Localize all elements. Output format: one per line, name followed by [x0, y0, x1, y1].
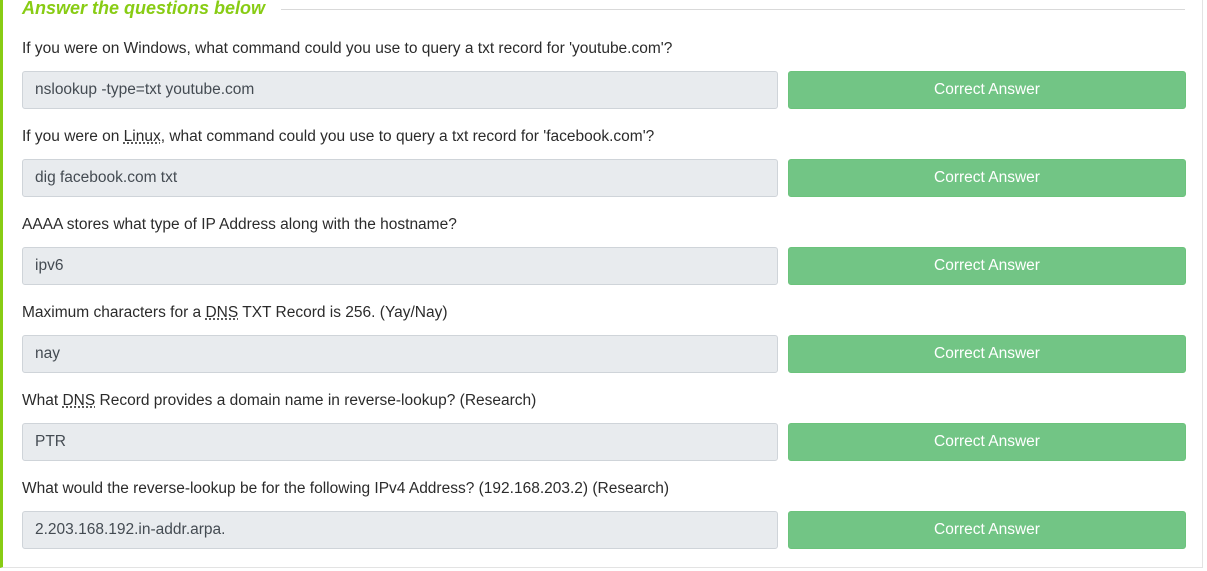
question-text-part: If you were on	[22, 128, 124, 145]
question-text-part: What would the reverse-lookup be for the…	[22, 480, 670, 497]
answer-field[interactable]: ipv6	[22, 247, 778, 285]
question-text-part: TXT Record is 256. (Yay/Nay)	[238, 304, 448, 321]
question-block: What would the reverse-lookup be for the…	[22, 478, 1187, 566]
question-text-part: , what command could you use to query a …	[160, 128, 655, 145]
correct-answer-button[interactable]: Correct Answer	[788, 247, 1186, 285]
answer-field[interactable]: dig facebook.com txt	[22, 159, 778, 197]
correct-answer-button[interactable]: Correct Answer	[788, 511, 1186, 549]
correct-answer-button[interactable]: Correct Answer	[788, 71, 1186, 109]
question-text: If you were on Linux, what command could…	[22, 126, 654, 148]
answer-field[interactable]: 2.203.168.192.in-addr.arpa.	[22, 511, 778, 549]
answer-field[interactable]: PTR	[22, 423, 778, 461]
question-text: What DNS Record provides a domain name i…	[22, 390, 536, 412]
answer-field[interactable]: nslookup -type=txt youtube.com	[22, 71, 778, 109]
abbreviation-dns[interactable]: DNS	[205, 304, 238, 321]
questions-panel: Answer the questions below If you were o…	[0, 0, 1203, 568]
question-text-part: Maximum characters for a	[22, 304, 206, 321]
question-block: If you were on Linux, what command could…	[22, 126, 1187, 214]
question-text: AAAA stores what type of IP Address alon…	[22, 214, 457, 236]
question-text-part: AAAA stores what type of IP Address alon…	[22, 216, 457, 233]
question-text-part: Record provides a domain name in reverse…	[95, 392, 537, 409]
question-text-part: What	[22, 392, 63, 409]
answer-field[interactable]: nay	[22, 335, 778, 373]
question-text: Maximum characters for a DNS TXT Record …	[22, 302, 448, 324]
question-block: What DNS Record provides a domain name i…	[22, 390, 1187, 478]
correct-answer-button[interactable]: Correct Answer	[788, 159, 1186, 197]
correct-answer-button[interactable]: Correct Answer	[788, 335, 1186, 373]
question-text: What would the reverse-lookup be for the…	[22, 478, 669, 500]
abbreviation-linux[interactable]: Linux	[124, 128, 161, 145]
question-block: Maximum characters for a DNS TXT Record …	[22, 302, 1187, 390]
abbreviation-dns[interactable]: DNS	[62, 392, 95, 409]
question-text: If you were on Windows, what command cou…	[22, 38, 672, 60]
section-header: Answer the questions below	[22, 0, 1185, 20]
question-block: If you were on Windows, what command cou…	[22, 38, 1187, 126]
question-text-part: If you were on Windows, what command cou…	[22, 40, 673, 57]
correct-answer-button[interactable]: Correct Answer	[788, 423, 1186, 461]
section-divider	[281, 8, 1185, 10]
question-block: AAAA stores what type of IP Address alon…	[22, 214, 1187, 302]
section-title: Answer the questions below	[22, 0, 266, 18]
